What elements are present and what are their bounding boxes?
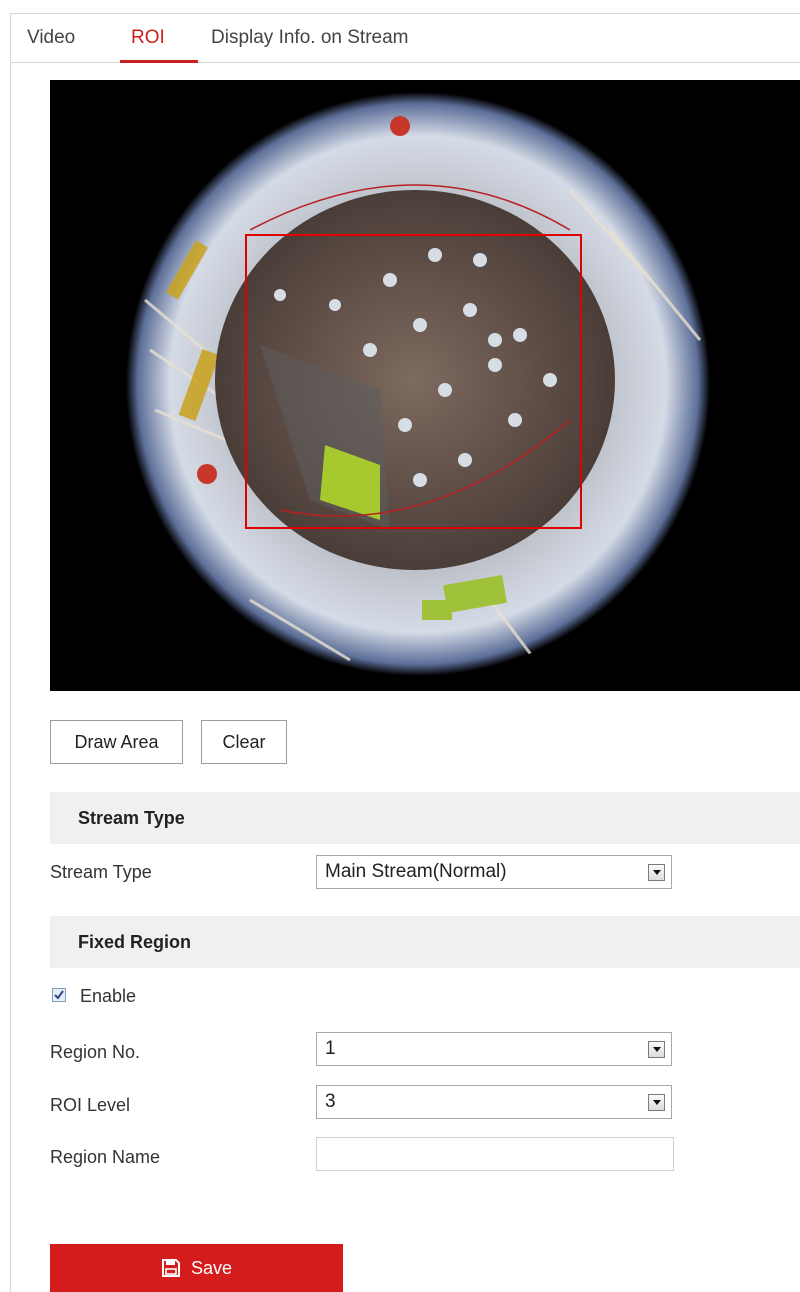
tab-video[interactable]: Video — [27, 27, 75, 49]
save-button[interactable]: Save — [50, 1244, 343, 1292]
save-label: Save — [190, 1257, 233, 1278]
roi-level-select[interactable]: 3 — [316, 1085, 672, 1119]
fixed-region-section-header: Fixed Region — [50, 916, 800, 968]
checkmark-icon — [54, 990, 64, 1000]
region-no-label: Region No. — [50, 1042, 141, 1062]
enable-label: Enable — [80, 986, 137, 1006]
stream-type-select[interactable]: Main Stream(Normal) — [316, 855, 672, 889]
active-tab-indicator — [120, 60, 198, 63]
tab-display-info[interactable]: Display Info. on Stream — [211, 27, 408, 49]
tab-roi[interactable]: ROI — [131, 27, 165, 49]
stream-type-value: Main Stream(Normal) — [325, 861, 507, 882]
dropdown-arrow-icon[interactable] — [648, 1041, 665, 1058]
stream-type-section-header: Stream Type — [50, 792, 800, 844]
enable-checkbox[interactable] — [52, 988, 66, 1002]
region-name-label: Region Name — [50, 1147, 161, 1167]
draw-area-button[interactable]: Draw Area — [50, 720, 183, 764]
dropdown-arrow-icon[interactable] — [648, 1094, 665, 1111]
clear-button[interactable]: Clear — [201, 720, 287, 764]
region-no-value: 1 — [325, 1038, 336, 1059]
live-video-view[interactable] — [50, 80, 800, 691]
roi-level-value: 3 — [325, 1091, 336, 1112]
dropdown-arrow-icon[interactable] — [648, 864, 665, 881]
fisheye-image — [50, 80, 800, 691]
floppy-disk-icon — [161, 1259, 180, 1277]
region-name-input[interactable] — [316, 1137, 674, 1171]
stream-type-label: Stream Type — [50, 862, 152, 882]
region-no-select[interactable]: 1 — [316, 1032, 672, 1066]
roi-level-label: ROI Level — [50, 1095, 131, 1115]
content-border — [10, 63, 11, 1292]
tab-bar: Video ROI Display Info. on Stream — [10, 13, 800, 63]
